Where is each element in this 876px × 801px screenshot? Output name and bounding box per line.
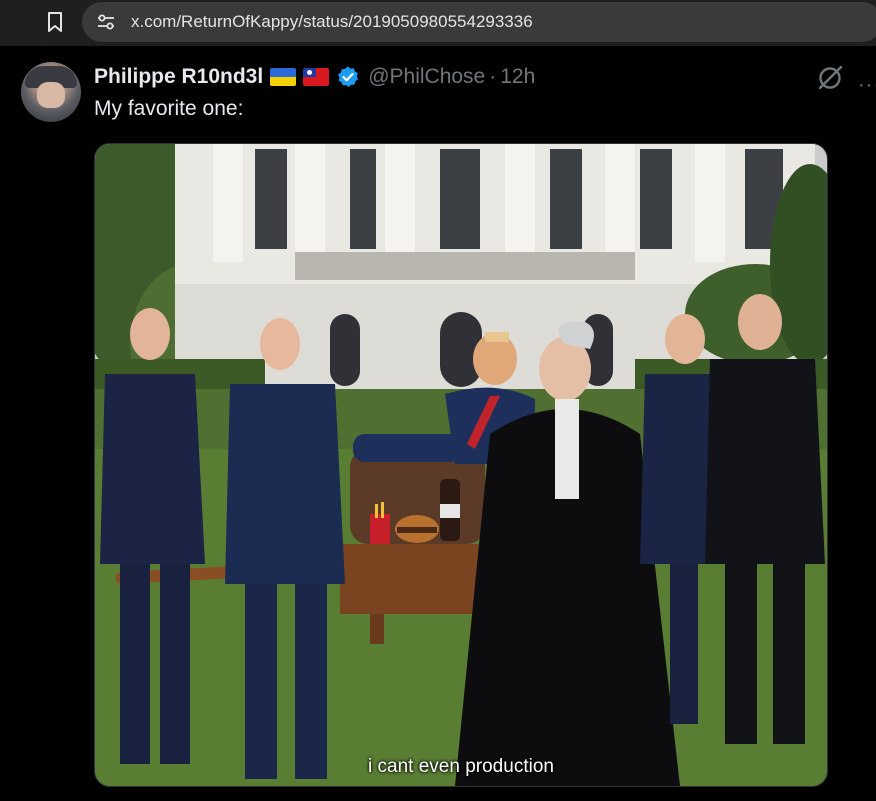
tweet-header: Philippe R10nd3l @PhilChose · 12h [94,63,535,91]
browser-toolbar: x.com/ReturnOfKappy/status/2019050980554… [0,0,876,46]
tweet-media-image[interactable]: i cant even production [94,143,828,787]
tweet-text: My favorite one: [94,97,244,120]
ukraine-flag-icon [270,68,297,86]
bookmark-icon[interactable] [42,9,68,35]
media-caption: i cant even production [368,756,554,777]
more-icon[interactable]: ··· [858,74,876,97]
address-bar[interactable]: x.com/ReturnOfKappy/status/2019050980554… [82,2,876,42]
verified-badge-icon [338,66,359,87]
handle[interactable]: @PhilChose [368,65,485,89]
timestamp[interactable]: 12h [500,65,535,89]
media-scene [95,144,827,786]
avatar-face [37,82,65,108]
grok-icon[interactable] [816,64,844,92]
avatar[interactable] [21,62,81,122]
separator: · [489,65,497,88]
taiwan-flag-icon [303,68,330,86]
url-text: x.com/ReturnOfKappy/status/2019050980554… [131,12,533,31]
tune-icon[interactable] [96,12,116,32]
display-name[interactable]: Philippe R10nd3l [94,65,263,89]
